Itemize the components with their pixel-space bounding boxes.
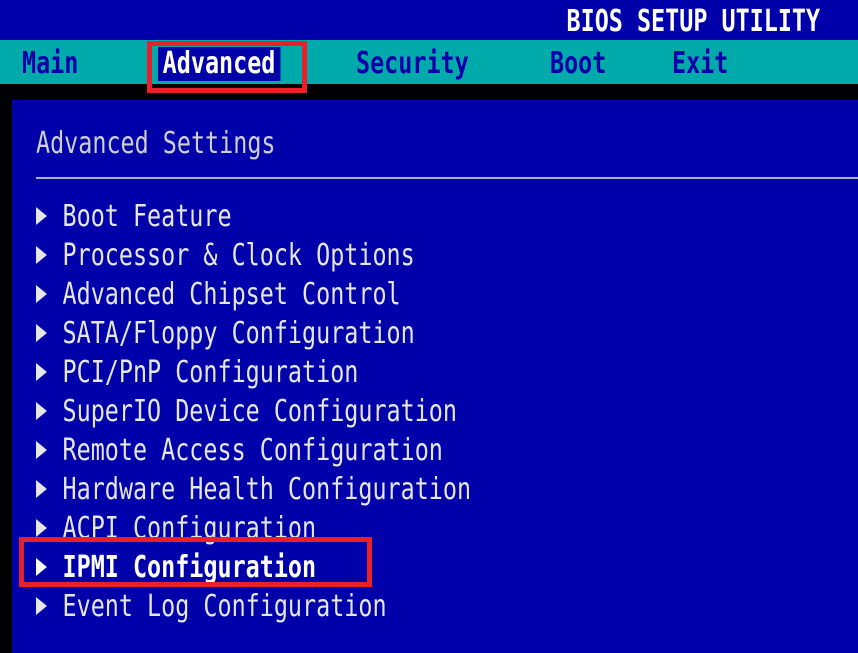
list-item-label: Processor & Clock Options (62, 238, 415, 273)
list-item-event-log[interactable]: Event Log Configuration (36, 589, 387, 625)
list-item-boot-feature[interactable]: Boot Feature (36, 199, 232, 235)
bios-screen: BIOS SETUP UTILITY Main Advanced Securit… (0, 0, 858, 653)
list-item-superio[interactable]: SuperIO Device Configuration (36, 394, 457, 430)
list-item-label: SuperIO Device Configuration (62, 394, 457, 429)
menu-bar: Main Advanced Security Boot Exit (0, 40, 858, 84)
triangle-right-icon (36, 440, 47, 459)
tab-boot[interactable]: Boot (550, 47, 606, 81)
divider (36, 177, 858, 179)
page-title: Advanced Settings (36, 126, 276, 161)
list-item-label: Advanced Chipset Control (62, 277, 401, 312)
tab-main[interactable]: Main (22, 47, 78, 81)
list-item-label: Remote Access Configuration (62, 433, 443, 468)
triangle-right-icon (36, 518, 47, 537)
title-bar: BIOS SETUP UTILITY (0, 0, 858, 40)
triangle-right-icon (36, 596, 47, 615)
triangle-right-icon (36, 245, 47, 264)
triangle-right-icon (36, 479, 47, 498)
triangle-right-icon (36, 323, 47, 342)
triangle-right-icon (36, 401, 47, 420)
list-item-label: PCI/PnP Configuration (62, 355, 359, 390)
list-item-advanced-chipset[interactable]: Advanced Chipset Control (36, 277, 401, 313)
list-item-remote-access[interactable]: Remote Access Configuration (36, 433, 443, 469)
list-item-label: SATA/Floppy Configuration (62, 316, 415, 351)
tab-security[interactable]: Security (356, 47, 469, 81)
list-item-processor-clock[interactable]: Processor & Clock Options (36, 238, 415, 274)
highlight-ipmi-item (19, 537, 372, 587)
triangle-right-icon (36, 362, 47, 381)
triangle-right-icon (36, 284, 47, 303)
list-item-hardware-health[interactable]: Hardware Health Configuration (36, 472, 471, 508)
list-item-label: Boot Feature (62, 199, 232, 234)
highlight-advanced-tab (147, 41, 307, 93)
app-title: BIOS SETUP UTILITY (566, 4, 820, 39)
list-item-sata-floppy[interactable]: SATA/Floppy Configuration (36, 316, 415, 352)
list-item-pci-pnp[interactable]: PCI/PnP Configuration (36, 355, 358, 391)
triangle-right-icon (36, 206, 47, 225)
list-item-label: Hardware Health Configuration (62, 472, 472, 507)
tab-exit[interactable]: Exit (672, 47, 728, 81)
list-item-label: Event Log Configuration (62, 589, 387, 624)
